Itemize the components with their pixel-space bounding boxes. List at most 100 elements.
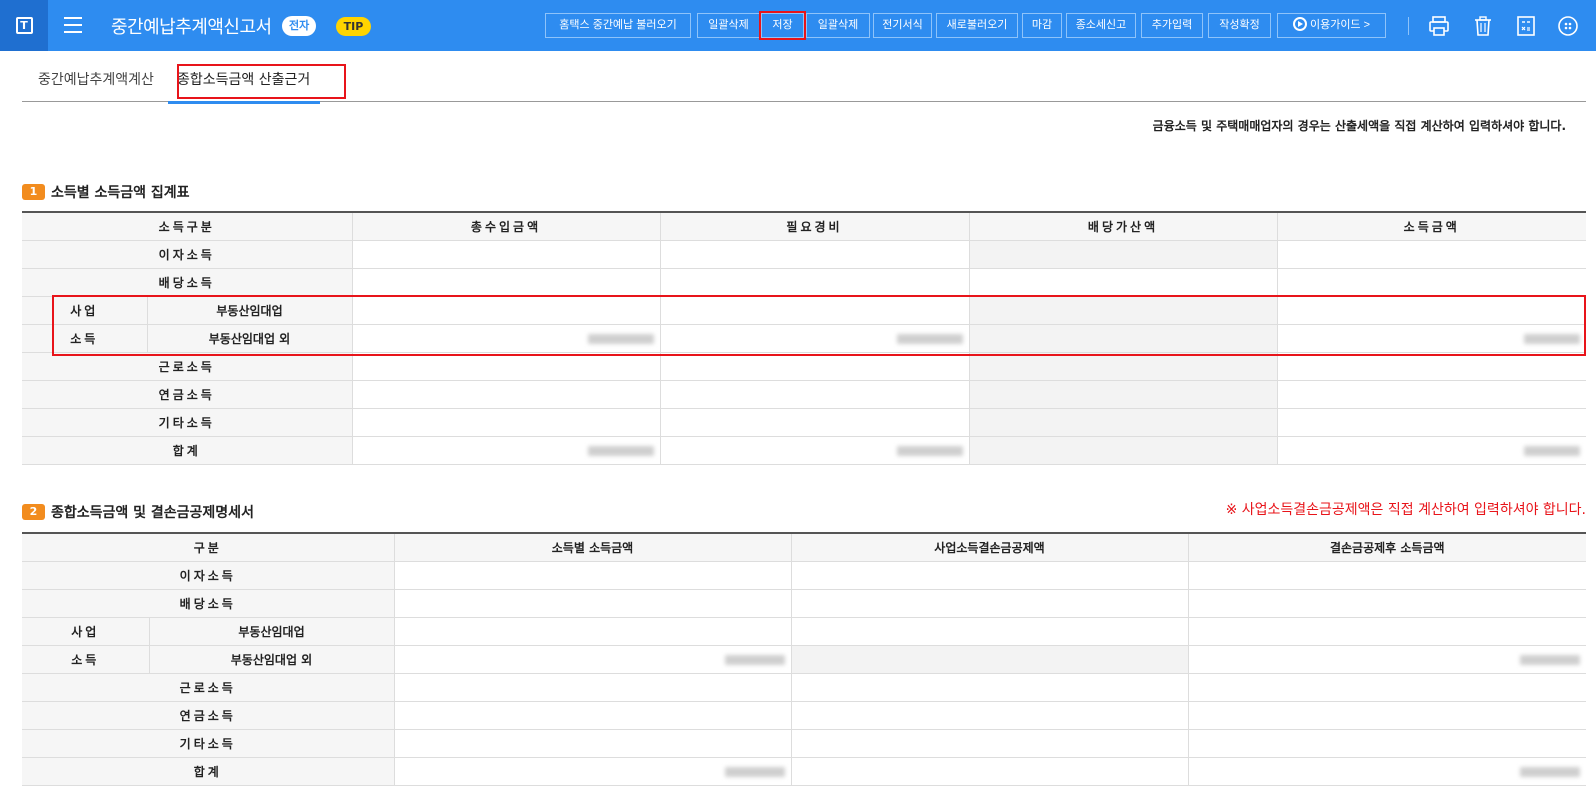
table-header-row: 소득구분 총수입금액 필요경비 배당가산액 소득금액: [22, 211, 1587, 241]
cell-input[interactable]: [660, 268, 970, 297]
cell-input[interactable]: [1188, 617, 1586, 646]
tip-button[interactable]: TIP: [336, 17, 371, 36]
header-income-by-type: 소득별 소득금액: [394, 532, 792, 562]
cell-readonly: [791, 645, 1189, 674]
cell-input[interactable]: [1188, 589, 1586, 618]
reload-button[interactable]: 새로불러오기: [936, 13, 1018, 38]
cell-input[interactable]: [394, 729, 792, 758]
header-expenses: 필요경비: [660, 211, 970, 241]
hometax-import-button[interactable]: 홈택스 중간예납 불러오기: [545, 13, 691, 38]
row-label-business-top: 사업: [22, 617, 150, 646]
cell-input[interactable]: [1277, 240, 1587, 269]
cell-input[interactable]: [394, 645, 792, 674]
header-category: 구분: [22, 532, 395, 562]
logo-icon: T: [15, 17, 33, 34]
row-label-interest: 이자소득: [22, 240, 353, 269]
cell-input[interactable]: [660, 352, 970, 381]
business-income-highlight-box: [52, 295, 1586, 356]
cell-input[interactable]: [394, 701, 792, 730]
cell-input[interactable]: [1277, 352, 1587, 381]
cell-input[interactable]: [969, 268, 1278, 297]
loss-deduction-table: 구분 소득별 소득금액 사업소득결손금공제액 결손금공제후 소득금액 이자소득 …: [22, 532, 1586, 786]
row-label-realestate-other: 부동산임대업 외: [149, 645, 395, 674]
app-logo[interactable]: T: [0, 0, 48, 51]
cell-input[interactable]: [394, 589, 792, 618]
redacted-value: [724, 766, 785, 777]
trash-icon[interactable]: [1471, 14, 1495, 38]
notice-text: 금융소득 및 주택매매업자의 경우는 산출세액을 직접 계산하여 입력하셔야 합…: [1152, 119, 1566, 133]
cell-readonly: [969, 240, 1278, 269]
redacted-value: [1524, 445, 1581, 456]
cell-input[interactable]: [1277, 268, 1587, 297]
row-label-labor: 근로소득: [22, 673, 395, 702]
tab-interim-estimate[interactable]: 중간예납추계액계산: [38, 64, 154, 102]
row-label-interest: 이자소득: [22, 561, 395, 590]
section2-number: 2: [22, 504, 45, 520]
cell-total: [660, 436, 970, 465]
settings-icon[interactable]: [1556, 14, 1580, 38]
cell-input[interactable]: [791, 617, 1189, 646]
cell-readonly: [969, 380, 1278, 409]
table-row: 근로소득: [22, 673, 1586, 702]
redacted-value: [724, 654, 785, 665]
calculator-icon[interactable]: [1514, 14, 1538, 38]
bulk-delete-button-2[interactable]: 일괄삭제: [806, 13, 870, 38]
cell-input[interactable]: [394, 561, 792, 590]
redacted-value: [896, 445, 963, 456]
cell-input[interactable]: [1188, 645, 1586, 674]
cell-input[interactable]: [1188, 561, 1586, 590]
user-guide-label: 이용가이드 >: [1309, 19, 1371, 31]
additional-input-button[interactable]: 추가입력: [1141, 13, 1203, 38]
row-label-dividend: 배당소득: [22, 589, 395, 618]
cell-input[interactable]: [791, 561, 1189, 590]
row-label-total: 합계: [22, 757, 395, 786]
top-bar: T 중간예납추계액신고서 전자 TIP 홈택스 중간예납 불러오기 일괄삭제 저…: [0, 0, 1596, 51]
cell-input[interactable]: [660, 380, 970, 409]
table-row: 사업 부동산임대업: [22, 617, 1586, 646]
cell-input[interactable]: [352, 268, 661, 297]
row-label-other: 기타소득: [22, 729, 395, 758]
cell-input[interactable]: [791, 589, 1189, 618]
cell-input[interactable]: [1277, 380, 1587, 409]
toolbar-divider: [1408, 17, 1409, 35]
previous-form-button[interactable]: 전기서식: [873, 13, 932, 38]
income-tax-filing-button[interactable]: 종소세신고: [1066, 13, 1136, 38]
cell-readonly: [969, 436, 1278, 465]
cell-readonly: [969, 408, 1278, 437]
header-income-amount: 소득금액: [1277, 211, 1587, 241]
header-dividend-gross-up: 배당가산액: [969, 211, 1278, 241]
menu-icon[interactable]: [64, 17, 82, 33]
close-deadline-button[interactable]: 마감: [1022, 13, 1062, 38]
cell-input[interactable]: [791, 701, 1189, 730]
row-label-other: 기타소득: [22, 408, 353, 437]
row-label-dividend: 배당소득: [22, 268, 353, 297]
cell-input[interactable]: [352, 380, 661, 409]
cell-input[interactable]: [1188, 701, 1586, 730]
cell-input[interactable]: [660, 240, 970, 269]
section1-number: 1: [22, 184, 45, 200]
cell-input[interactable]: [1188, 673, 1586, 702]
cell-input[interactable]: [791, 729, 1189, 758]
section2-title: 2 종합소득금액 및 결손금공제명세서: [22, 502, 254, 522]
header-income-after-deduction: 결손금공제후 소득금액: [1188, 532, 1586, 562]
cell-total: [394, 757, 792, 786]
cell-input[interactable]: [394, 617, 792, 646]
cell-input[interactable]: [791, 673, 1189, 702]
cell-input[interactable]: [352, 408, 661, 437]
header-business-loss-deduction: 사업소득결손금공제액: [791, 532, 1189, 562]
cell-input[interactable]: [660, 408, 970, 437]
print-icon[interactable]: [1427, 14, 1451, 38]
bulk-delete-button-1[interactable]: 일괄삭제: [697, 13, 760, 38]
cell-input[interactable]: [352, 240, 661, 269]
user-guide-button[interactable]: 이용가이드 >: [1277, 13, 1386, 38]
cell-input[interactable]: [352, 352, 661, 381]
section1-title: 1 소득별 소득금액 집계표: [22, 182, 190, 202]
redacted-value: [1520, 766, 1580, 777]
save-button[interactable]: 저장: [759, 11, 806, 40]
cell-input[interactable]: [1277, 408, 1587, 437]
header-income-type: 소득구분: [22, 211, 353, 241]
confirm-button[interactable]: 작성확정: [1208, 13, 1271, 38]
cell-total: [352, 436, 661, 465]
cell-input[interactable]: [1188, 729, 1586, 758]
cell-input[interactable]: [394, 673, 792, 702]
